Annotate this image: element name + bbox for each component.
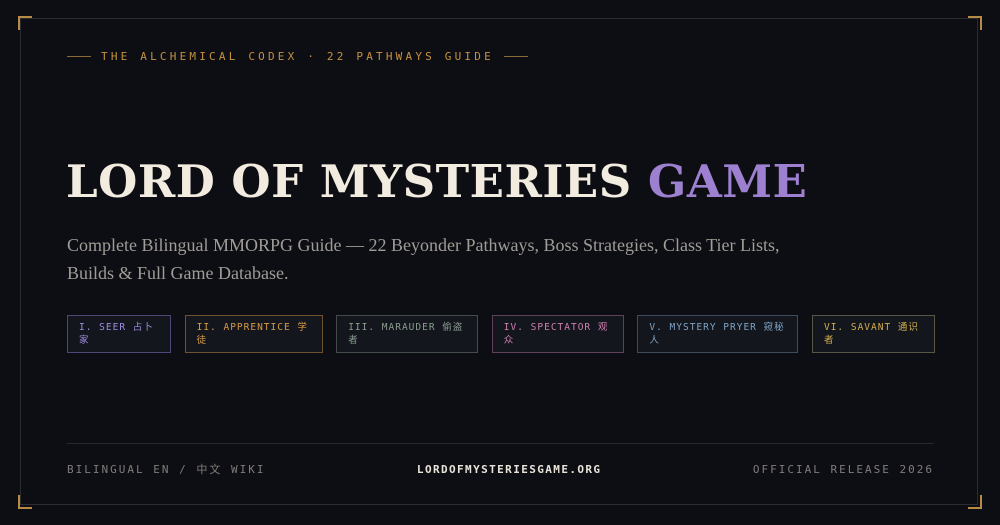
corner-ornament-bottom-left xyxy=(18,495,32,509)
title-accent: GAME xyxy=(647,155,808,208)
title-main: LORD OF MYSTERIES xyxy=(66,155,632,208)
footer-divider xyxy=(67,443,934,444)
footer: BILINGUAL EN / 中文 WIKI LORDOFMYSTERIESGA… xyxy=(67,461,934,477)
page-subtitle: Complete Bilingual MMORPG Guide — 22 Bey… xyxy=(67,235,780,283)
footer-domain-link[interactable]: LORDOFMYSTERIESGAME.ORG xyxy=(417,463,602,476)
corner-ornament-bottom-right xyxy=(968,495,982,509)
pathway-tag-seer[interactable]: I. SEER 占卜家 xyxy=(67,315,171,353)
pathway-tags: I. SEER 占卜家 II. APPRENTICE 学徒 III. MARAU… xyxy=(67,315,935,353)
corner-ornament-top-right xyxy=(968,16,982,30)
footer-release-note: OFFICIAL RELEASE 2026 xyxy=(752,462,934,476)
pathway-tag-apprentice[interactable]: II. APPRENTICE 学徒 xyxy=(184,315,323,353)
corner-ornament-top-left xyxy=(18,16,32,30)
eyebrow-rule-left xyxy=(67,56,91,57)
pathway-tag-marauder[interactable]: III. MARAUDER 偷盗者 xyxy=(336,315,479,353)
pathway-tag-savant[interactable]: VI. SAVANT 通识者 xyxy=(811,315,935,353)
eyebrow: THE ALCHEMICAL CODEX · 22 PATHWAYS GUIDE xyxy=(67,50,528,63)
page-title: LORD OF MYSTERIES GAME xyxy=(66,155,807,208)
hero-card: THE ALCHEMICAL CODEX · 22 PATHWAYS GUIDE… xyxy=(0,0,1000,525)
pathway-tag-spectator[interactable]: IV. SPECTATOR 观众 xyxy=(491,315,624,353)
eyebrow-text: THE ALCHEMICAL CODEX · 22 PATHWAYS GUIDE xyxy=(101,50,494,63)
eyebrow-rule-right xyxy=(503,56,528,57)
pathway-tag-mystery-pryer[interactable]: V. MYSTERY PRYER 窥秘人 xyxy=(637,315,799,353)
footer-language-note: BILINGUAL EN / 中文 WIKI xyxy=(67,463,266,476)
